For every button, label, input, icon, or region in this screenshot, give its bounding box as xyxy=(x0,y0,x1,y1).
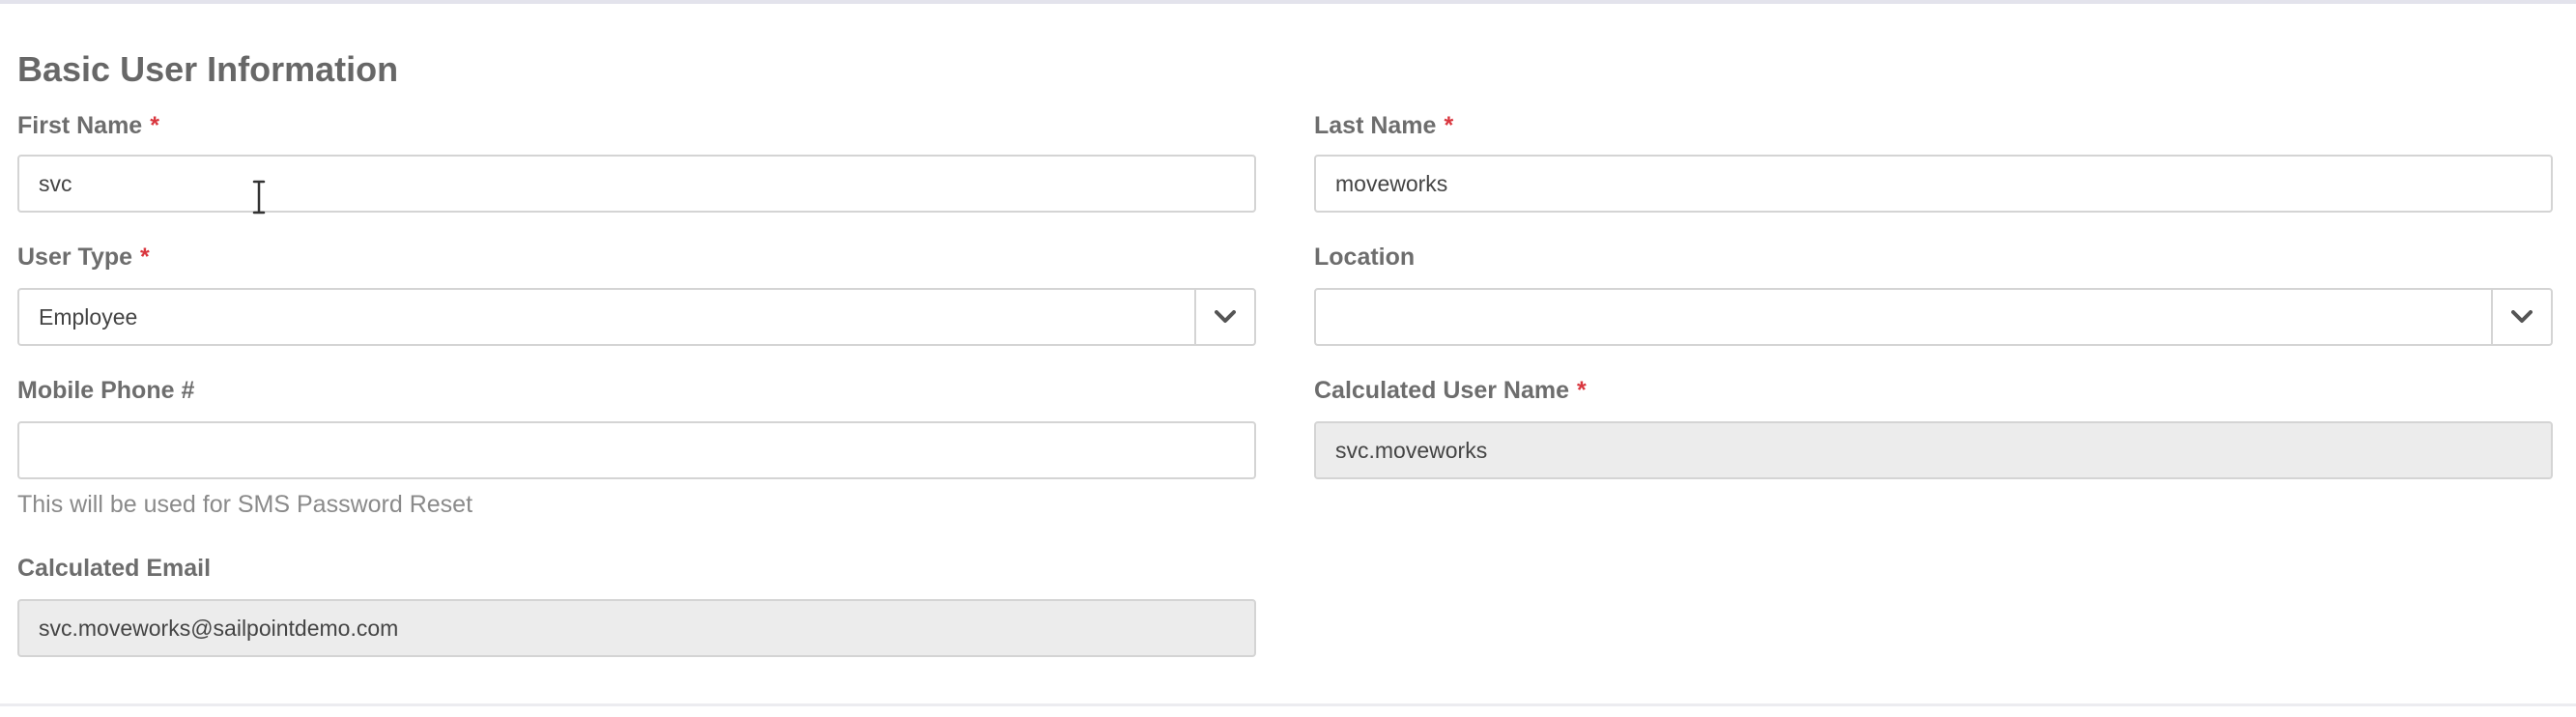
user-type-value: Employee xyxy=(39,304,138,330)
location-select[interactable] xyxy=(1314,288,2553,346)
required-marker: * xyxy=(150,112,159,139)
user-type-dropdown-button[interactable] xyxy=(1196,290,1254,344)
last-name-value: moveworks xyxy=(1335,171,1448,196)
first-name-value: svc xyxy=(39,171,72,196)
first-name-label: First Name * xyxy=(17,110,159,141)
first-name-label-text: First Name xyxy=(17,112,143,139)
user-type-label-text: User Type xyxy=(17,244,133,271)
top-divider xyxy=(0,0,2576,4)
calculated-email-label-text: Calculated Email xyxy=(17,555,212,582)
calculated-user-name-value: svc.moveworks xyxy=(1335,438,1488,463)
bottom-divider xyxy=(0,703,2576,706)
calculated-email-value: svc.moveworks@sailpointdemo.com xyxy=(39,616,399,641)
location-label: Location xyxy=(1314,242,1415,272)
required-marker: * xyxy=(1444,112,1454,139)
mobile-phone-label-text: Mobile Phone # xyxy=(17,377,195,404)
mobile-phone-help-text: This will be used for SMS Password Reset xyxy=(17,491,473,518)
mobile-phone-label: Mobile Phone # xyxy=(17,375,194,406)
location-label-text: Location xyxy=(1314,244,1416,271)
calculated-email-field: svc.moveworks@sailpointdemo.com xyxy=(17,599,1256,657)
required-marker: * xyxy=(140,244,150,271)
last-name-label-text: Last Name xyxy=(1314,112,1437,139)
calculated-user-name-field: svc.moveworks xyxy=(1314,421,2553,479)
location-dropdown-button[interactable] xyxy=(2493,290,2551,344)
user-type-label: User Type * xyxy=(17,242,150,272)
text-cursor-icon xyxy=(252,180,266,215)
required-marker: * xyxy=(1577,377,1587,404)
user-type-select[interactable]: Employee xyxy=(17,288,1256,346)
calculated-email-label: Calculated Email xyxy=(17,553,211,584)
chevron-down-icon xyxy=(2511,310,2533,323)
mobile-phone-input[interactable] xyxy=(17,421,1256,479)
last-name-input[interactable]: moveworks xyxy=(1314,155,2553,213)
first-name-input[interactable]: svc xyxy=(17,155,1256,213)
last-name-label: Last Name * xyxy=(1314,110,1453,141)
calculated-user-name-label: Calculated User Name * xyxy=(1314,375,1587,406)
calculated-user-name-label-text: Calculated User Name xyxy=(1314,377,1570,404)
chevron-down-icon xyxy=(1215,310,1236,323)
section-title: Basic User Information xyxy=(17,49,399,89)
